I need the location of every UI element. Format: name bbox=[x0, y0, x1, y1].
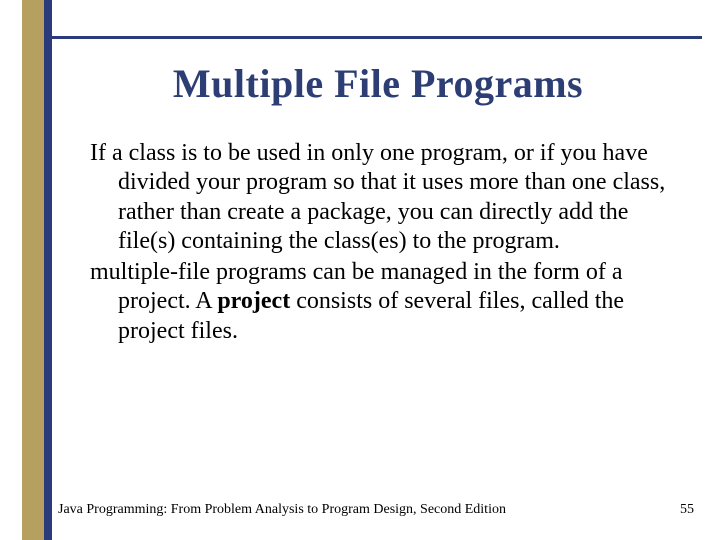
footer-text: Java Programming: From Problem Analysis … bbox=[58, 502, 506, 518]
slide-content: Multiple File Programs If a class is to … bbox=[58, 52, 698, 348]
accent-bar-blue bbox=[44, 0, 52, 540]
top-rule bbox=[52, 36, 702, 39]
project-term: project bbox=[217, 288, 290, 314]
paragraph-2: multiple-file programs can be managed in… bbox=[90, 258, 688, 346]
page-number: 55 bbox=[680, 502, 702, 518]
slide-title: Multiple File Programs bbox=[58, 60, 698, 107]
accent-bar-gold bbox=[22, 0, 44, 540]
slide-body: If a class is to be used in only one pro… bbox=[58, 139, 698, 346]
paragraph-1: If a class is to be used in only one pro… bbox=[90, 139, 688, 256]
slide-footer: Java Programming: From Problem Analysis … bbox=[58, 502, 702, 518]
